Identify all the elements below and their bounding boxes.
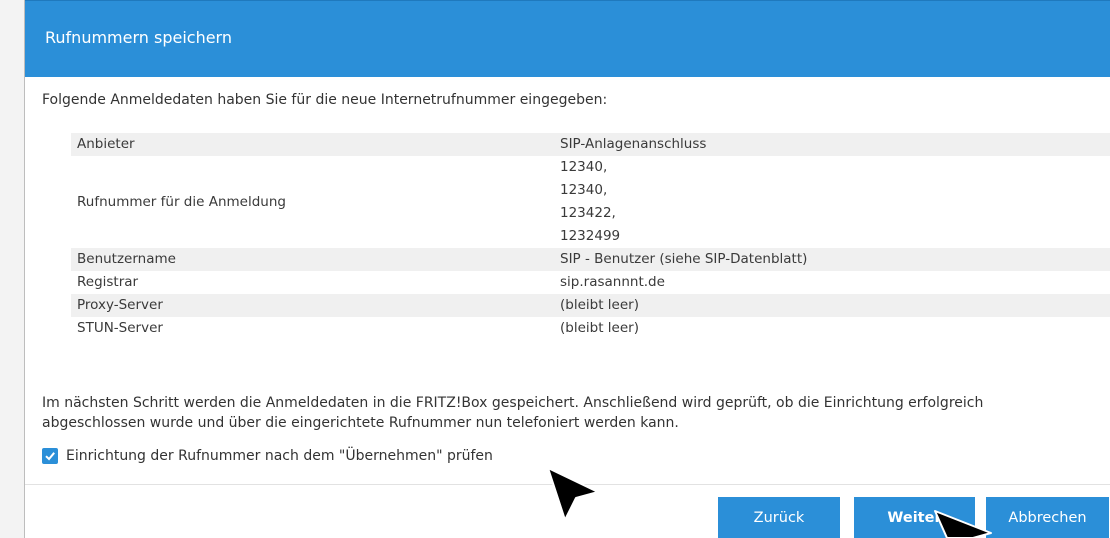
footer-divider <box>25 484 1110 485</box>
dialog-titlebar: Rufnummern speichern <box>25 0 1110 77</box>
dialog: Rufnummern speichern Folgende Anmeldedat… <box>24 0 1110 538</box>
table-row: Rufnummer für die Anmeldung 12340, 12340… <box>71 156 1110 248</box>
verify-checkbox-label[interactable]: Einrichtung der Rufnummer nach dem "Über… <box>66 448 493 464</box>
row-label: Proxy-Server <box>71 294 554 317</box>
row-value: SIP-Anlagenanschluss <box>554 133 1110 156</box>
row-value: SIP - Benutzer (siehe SIP-Datenblatt) <box>554 248 1110 271</box>
info-line: abgeschlossen wurde und über die eingeri… <box>42 415 679 431</box>
table-row: Registrar sip.rasannnt.de <box>71 271 1110 294</box>
checkmark-icon <box>45 452 55 461</box>
row-label: Benutzername <box>71 248 554 271</box>
row-value-line: 123422, <box>560 205 616 221</box>
row-label: Anbieter <box>71 133 554 156</box>
back-button[interactable]: Zurück <box>718 497 840 538</box>
row-value: (bleibt leer) <box>554 294 1110 317</box>
row-value-line: 12340, <box>560 159 608 175</box>
left-gutter <box>0 0 24 538</box>
table-row: Benutzername SIP - Benutzer (siehe SIP-D… <box>71 248 1110 271</box>
table-row: STUN-Server (bleibt leer) <box>71 317 1110 340</box>
next-button[interactable]: Weiter <box>854 497 975 538</box>
row-value: (bleibt leer) <box>560 320 639 336</box>
info-line: Im nächsten Schritt werden die Anmeldeda… <box>42 395 984 411</box>
details-table: Anbieter SIP-Anlagenanschluss Rufnummer … <box>71 133 1110 340</box>
table-row: Anbieter SIP-Anlagenanschluss <box>71 133 1110 156</box>
intro-text: Folgende Anmeldedaten haben Sie für die … <box>42 92 608 108</box>
verify-checkbox[interactable] <box>42 448 58 464</box>
info-text: Im nächsten Schritt werden die Anmeldeda… <box>42 393 1104 433</box>
verify-checkbox-row[interactable]: Einrichtung der Rufnummer nach dem "Über… <box>42 446 493 466</box>
row-label: STUN-Server <box>77 320 163 336</box>
table-row: Proxy-Server (bleibt leer) <box>71 294 1110 317</box>
cancel-button[interactable]: Abbrechen <box>986 497 1109 538</box>
row-value-line: 12340, <box>560 182 608 198</box>
row-label: Rufnummer für die Anmeldung <box>77 193 286 210</box>
row-value-line: 1232499 <box>560 228 621 244</box>
row-value: sip.rasannnt.de <box>560 274 665 290</box>
row-label: Registrar <box>77 274 139 290</box>
dialog-title: Rufnummern speichern <box>45 28 232 47</box>
row-value: 12340, 12340, 123422, 1232499 <box>554 156 1110 248</box>
